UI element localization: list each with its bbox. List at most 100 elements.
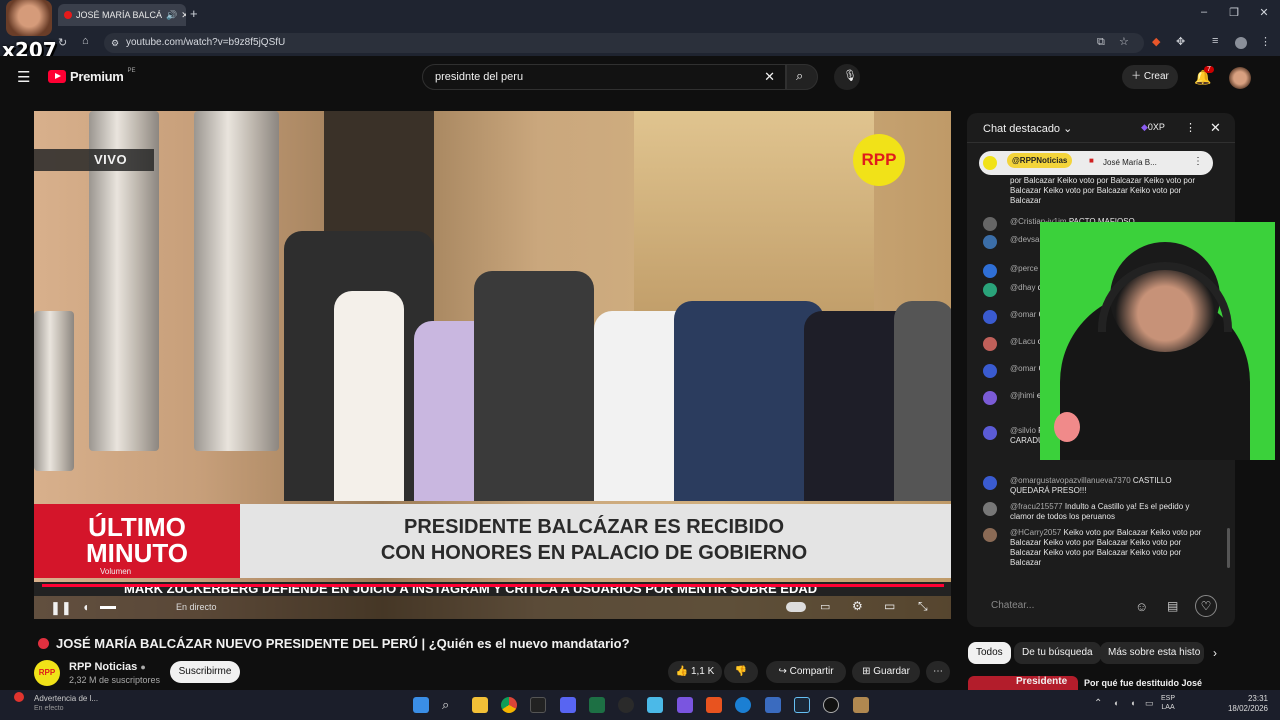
chat-avatar[interactable] [983,235,997,249]
new-tab-button[interactable]: + [190,6,198,21]
chat-avatar[interactable] [983,364,997,378]
pause-icon[interactable]: ❚❚ [50,600,72,616]
extension-icon[interactable]: ◆ [1152,35,1160,48]
clock[interactable]: 23:31 18/02/2026 [1226,694,1268,714]
chat-author[interactable]: @devsan [1010,235,1044,244]
url-field[interactable]: ⚙ youtube.com/watch?v=b9z8f5jQSfU [104,33,1144,53]
points-badge[interactable]: ◆0XP [1141,122,1165,133]
fullscreen-icon[interactable]: ⤡ [918,599,928,614]
chat-author[interactable]: @omar [1010,364,1036,373]
youtube-logo[interactable]: Premium PE [48,68,136,84]
dislike-button[interactable]: 👎 [724,661,758,683]
pinned-message[interactable]: @RPPNoticias ■ José María B... ⋮ [979,151,1213,175]
tray-volume-icon[interactable]: ◖ [1130,698,1135,708]
chat-author[interactable]: @jhimi [1010,391,1035,400]
tab-close-icon[interactable]: ✕ [181,10,186,21]
clear-search-icon[interactable]: ✕ [764,65,775,89]
settings-gear-icon[interactable]: ⚙ [852,599,863,613]
volume-slider[interactable] [100,606,116,609]
chat-avatar[interactable] [983,283,997,297]
subtitles-icon[interactable]: ▭ [820,600,830,613]
terminal-icon[interactable] [530,697,546,713]
channel-name[interactable]: RPP Noticias ● [69,661,146,673]
search-button[interactable]: ⌕ [786,64,818,90]
steam-icon[interactable] [794,697,810,713]
chat-avatar[interactable] [983,264,997,278]
super-chat-icon[interactable]: ▤ [1167,599,1178,613]
like-button[interactable]: 👍 1,1 K [668,661,722,683]
search-input[interactable]: presidnte del peru ✕ [422,64,786,90]
windows-start-icon[interactable] [413,697,429,713]
chip-more-story[interactable]: Más sobre esta histo [1100,642,1204,664]
recommendation-thumbnail[interactable]: Presidente [968,676,1078,690]
taskbar-search-icon[interactable]: ⌕ [442,697,458,713]
more-actions-button[interactable]: ⋯ [926,661,950,683]
file-explorer-icon[interactable] [472,697,488,713]
chat-author[interactable]: @Lacu [1010,337,1035,346]
edge-icon[interactable] [735,697,751,713]
obs-icon[interactable] [823,697,839,713]
theater-mode-icon[interactable]: ▭ [884,599,895,613]
chat-author[interactable]: @HCarry2057 [1010,528,1061,537]
notification-title[interactable]: Advertencia de l... [34,694,98,703]
bookmark-star-icon[interactable]: ☆ [1119,35,1129,48]
save-button[interactable]: ⊞ Guardar [852,661,920,683]
chat-menu-icon[interactable]: ⋮ [1185,121,1196,134]
tray-chevron-icon[interactable]: ⌃ [1094,698,1102,709]
minimize-button[interactable]: – [1196,6,1212,18]
app-icon[interactable] [618,697,634,713]
voice-search-button[interactable]: 🎙 [834,64,860,90]
tab-audio-icon[interactable]: 🔊 [166,10,177,21]
chat-avatar[interactable] [983,337,997,351]
chat-author[interactable]: @dhay [1010,283,1035,292]
maximize-button[interactable]: ❐ [1226,6,1242,19]
app-grid-icon[interactable] [677,697,693,713]
chat-avatar[interactable] [983,476,997,490]
progress-bar[interactable] [42,584,944,587]
chat-input[interactable]: Chatear... [979,595,1129,617]
profile-avatar[interactable] [1235,37,1247,49]
network-app-icon[interactable] [765,697,781,713]
site-info-icon[interactable]: ⚙ [111,33,119,53]
home-icon[interactable]: ⌂ [82,35,89,47]
reload-icon[interactable]: ↻ [58,36,67,49]
menu-hamburger-icon[interactable]: ☰ [17,68,30,86]
browser-menu-icon[interactable]: ⋮ [1260,35,1271,48]
emoji-icon[interactable]: ☺ [1135,599,1148,614]
chat-avatar[interactable] [983,217,997,231]
volume-icon[interactable]: ◖ [82,600,89,614]
chat-mode-dropdown[interactable]: Chat destacado ⌄ [983,122,1072,135]
chat-avatar[interactable] [983,391,997,405]
chat-avatar[interactable] [983,310,997,324]
chat-avatar[interactable] [983,426,997,440]
discord-icon[interactable] [560,697,576,713]
browser-tab[interactable]: JOSÉ MARÍA BALCÁ 🔊 ✕ [58,4,186,26]
brave-icon[interactable] [706,697,722,713]
keyboard-language[interactable]: ESP LAA [1161,694,1175,712]
chat-avatar[interactable] [983,528,997,542]
puzzle-icon[interactable]: ✥ [1176,35,1185,48]
tray-battery-icon[interactable]: ▭ [1145,698,1154,709]
recommendation-title[interactable]: Por qué fue destituido José [1084,678,1202,688]
chat-author[interactable]: @fracu215577 [1010,502,1063,511]
account-avatar[interactable] [1229,67,1251,89]
share-button[interactable]: ↪ Compartir [766,661,846,683]
chat-author[interactable]: @omargustavopazvillanueva7370 [1010,476,1131,485]
tab-search-icon[interactable]: ≡ [1212,35,1218,47]
tray-network-icon[interactable]: ◐ [1114,698,1119,708]
pinned-menu-icon[interactable]: ⋮ [1193,156,1203,167]
install-icon[interactable]: ⧉ [1097,36,1105,49]
chips-next-chevron-icon[interactable]: › [1213,646,1217,660]
chip-all[interactable]: Todos [968,642,1011,664]
chrome-icon[interactable] [501,697,517,713]
package-icon[interactable] [853,697,869,713]
subscribe-button[interactable]: Suscribirme [170,661,240,683]
excel-icon[interactable] [589,697,605,713]
notepad-icon[interactable] [647,697,663,713]
chat-author[interactable]: @perce [1010,264,1038,273]
channel-avatar[interactable]: RPP [34,660,60,686]
close-window-button[interactable]: ✕ [1256,6,1272,19]
heart-icon[interactable]: ♡ [1195,595,1217,617]
chat-author[interactable]: @omar [1010,310,1036,319]
chat-scrollbar[interactable] [1227,528,1230,568]
